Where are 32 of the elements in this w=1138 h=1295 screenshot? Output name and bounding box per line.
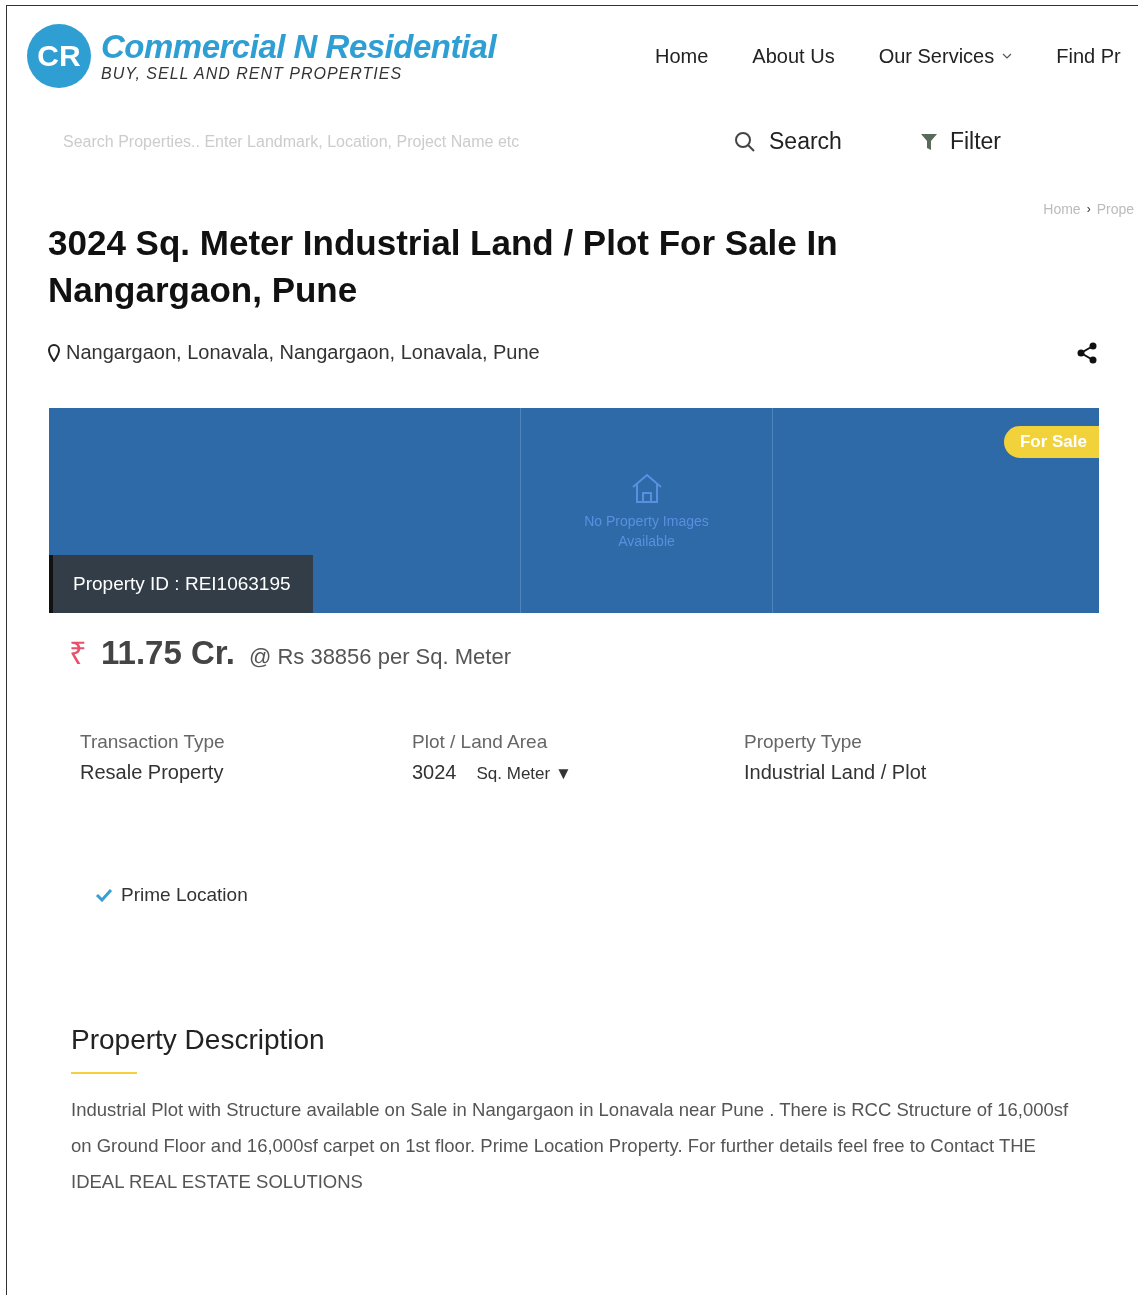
filter-icon (919, 132, 938, 151)
detail-value: 3024 (412, 761, 457, 783)
nav-link[interactable]: Home (655, 44, 709, 68)
nav-link[interactable]: About Us (752, 44, 835, 68)
share-icon[interactable] (1076, 341, 1098, 364)
brand-tagline: BUY, SELL AND RENT PROPERTIES (101, 65, 404, 83)
search-icon (733, 129, 757, 154)
property-id-label: Property ID : REI1063195 (49, 555, 313, 613)
detail-value: Resale Property (80, 761, 224, 783)
for-sale-badge: For Sale (1003, 426, 1099, 458)
no-images-text: No Property Images Available (583, 511, 710, 551)
checkmark-icon (95, 888, 113, 902)
breadcrumb-separator: › (1086, 202, 1091, 216)
unit-dropdown[interactable]: Sq. Meter ▼ (476, 764, 572, 783)
detail-value: Industrial Land / Plot (744, 761, 927, 783)
search-button[interactable]: Search (733, 128, 842, 155)
section-heading: Property Description (71, 1024, 326, 1056)
description-text: Industrial Plot with Structure available on Sale in Nangargaon in Lonavala near Pune . There is RCC Structure of 16,000sf on Ground Floor and 16,000sf carpet on 1st floor. Prime Location Property. For further details feel free to Contact THE IDEAL REAL ESTATE SOLUTIONS (71, 1098, 1070, 1194)
property-title: 3024 Sq. Meter Industrial Land / Plot For Sale In Nangargaon, Pune (47, 222, 839, 311)
property-price: 11.75 Cr. (101, 634, 235, 672)
detail-label: Transaction Type (80, 731, 226, 753)
location-pin-icon (48, 343, 60, 362)
detail-label: Plot / Land Area (412, 731, 549, 753)
nav-link[interactable]: Find Pr (1056, 44, 1121, 68)
detail-label: Property Type (744, 731, 863, 753)
currency-symbol: ₹ (69, 635, 87, 673)
price-rate: @ Rs 38856 per Sq. Meter (248, 644, 511, 670)
feature-label: Prime Location (121, 884, 248, 906)
nav-link[interactable]: Our Services (878, 44, 1013, 68)
brand-name: Commercial N Residential (101, 29, 497, 65)
filter-button[interactable]: Filter (919, 128, 1001, 155)
property-address: Nangargaon, Lonavala, Nangargaon, Lonavala, Pune (66, 341, 540, 364)
